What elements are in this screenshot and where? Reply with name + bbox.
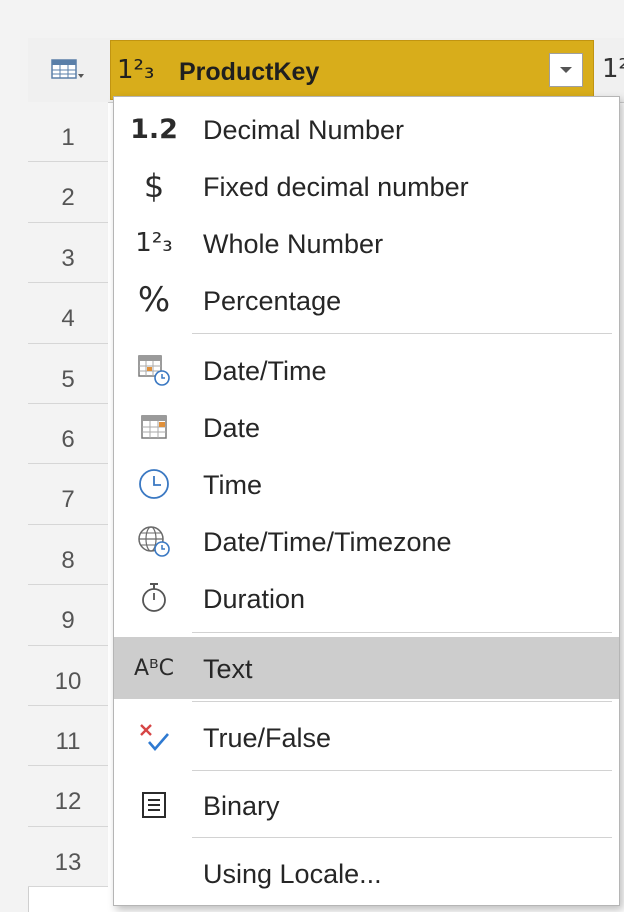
- row-number-cell[interactable]: 5: [28, 343, 108, 404]
- decimal-number-icon: 1.2: [130, 113, 178, 145]
- row-number-cell[interactable]: 3: [28, 222, 108, 284]
- row-number-label: 9: [61, 607, 75, 635]
- menu-item-whole[interactable]: 1²₃ Whole Number: [114, 215, 619, 271]
- menu-item-label: True/False: [203, 723, 332, 753]
- row-number-cell[interactable]: 2: [28, 162, 108, 223]
- menu-item-label: Percentage: [203, 286, 342, 316]
- menu-item-datetimezone[interactable]: Date/Time/Timezone: [114, 513, 619, 569]
- row-number-label: 10: [54, 667, 82, 695]
- dollar-icon: $: [143, 167, 165, 205]
- menu-item-label: Duration: [203, 584, 306, 614]
- row-number-label: 12: [54, 788, 82, 816]
- menu-item-label: Text: [203, 654, 253, 684]
- table-menu-button[interactable]: [28, 38, 108, 102]
- row-number-cell[interactable]: 4: [28, 283, 108, 344]
- menu-item-label: Date/Time/Timezone: [203, 527, 452, 557]
- table-icon: [51, 59, 84, 79]
- row-number-cell[interactable]: 9: [28, 585, 108, 646]
- menu-separator: [192, 770, 612, 771]
- row-number-cell[interactable]: 13: [28, 826, 108, 888]
- row-number-label: 11: [55, 727, 81, 755]
- row-number-label: 4: [61, 305, 75, 333]
- menu-item-label: Decimal Number: [203, 115, 405, 145]
- menu-item-text[interactable]: AᴮC Text: [114, 637, 619, 699]
- data-type-menu: 1.2 Decimal Number $ Fixed decimal number 1²…: [113, 96, 620, 906]
- menu-item-duration[interactable]: Duration: [114, 570, 619, 626]
- row-number-cell[interactable]: 11: [28, 705, 108, 767]
- column-header-productkey[interactable]: 1²₃ ProductKey: [110, 40, 594, 100]
- menu-item-label: Using Locale...: [203, 859, 382, 889]
- menu-item-decimal[interactable]: 1.2 Decimal Number: [114, 101, 619, 157]
- row-number-cell[interactable]: 1: [28, 102, 108, 163]
- calendar-icon: [122, 399, 186, 455]
- column-header-row: 1²₃ ProductKey 1²₃: [28, 38, 624, 103]
- whole-number-type-icon[interactable]: 1²₃: [117, 55, 154, 85]
- row-number-cell[interactable]: 8: [28, 524, 108, 586]
- column-header-next[interactable]: 1²₃: [594, 40, 624, 100]
- whole-number-type-icon[interactable]: 1²₃: [602, 54, 624, 84]
- menu-separator: [192, 701, 612, 702]
- row-number-cell[interactable]: 12: [28, 766, 108, 827]
- clock-icon: [122, 456, 186, 512]
- menu-item-binary[interactable]: Binary: [114, 777, 619, 833]
- menu-item-label: Date: [203, 413, 261, 443]
- row-number-cell[interactable]: 10: [28, 645, 108, 706]
- menu-item-label: Date/Time: [203, 356, 327, 386]
- truefalse-icon: [122, 709, 186, 765]
- menu-separator: [192, 632, 612, 633]
- row-number-label: 2: [61, 184, 75, 212]
- datetime-icon: [122, 342, 186, 398]
- row-number-label: 13: [54, 848, 82, 876]
- stopwatch-icon: [122, 570, 186, 626]
- row-number-cell[interactable]: 6: [28, 403, 108, 465]
- menu-item-fixed[interactable]: $ Fixed decimal number: [114, 158, 619, 214]
- menu-item-time[interactable]: Time: [114, 456, 619, 512]
- row-number-cell[interactable]: 7: [28, 464, 108, 525]
- menu-item-datetime[interactable]: Date/Time: [114, 342, 619, 398]
- menu-item-label: Binary: [203, 791, 280, 821]
- top-band: [0, 0, 624, 38]
- row-number-label: 1: [61, 124, 75, 151]
- row-number-label: 5: [61, 365, 75, 393]
- blank-icon: [122, 845, 186, 901]
- menu-item-locale[interactable]: Using Locale...: [114, 845, 619, 901]
- menu-item-label: Time: [203, 470, 262, 500]
- row-number-label: 8: [61, 546, 75, 574]
- menu-item-percent[interactable]: % Percentage: [114, 272, 619, 328]
- globe-clock-icon: [122, 513, 186, 569]
- chevron-down-icon: [560, 67, 572, 73]
- row-number-label: 7: [61, 486, 75, 514]
- menu-item-truefalse[interactable]: True/False: [114, 709, 619, 765]
- column-title: ProductKey: [179, 58, 320, 86]
- whole-number-icon: 1²₃: [135, 228, 173, 258]
- menu-separator: [192, 837, 612, 838]
- menu-separator: [192, 333, 612, 334]
- percent-icon: %: [137, 280, 171, 320]
- row-number-label: 3: [61, 244, 75, 272]
- menu-item-date[interactable]: Date: [114, 399, 619, 455]
- text-type-icon: AᴮC: [134, 655, 174, 681]
- binary-icon: [122, 777, 186, 833]
- menu-item-label: Fixed decimal number: [203, 172, 469, 202]
- menu-item-label: Whole Number: [203, 229, 384, 259]
- row-numbers: 1 2 3 4 5 6 7 8 9 10 11 12 13: [28, 102, 108, 888]
- column-filter-dropdown-button[interactable]: [549, 53, 583, 87]
- row-number-label: 6: [61, 425, 75, 453]
